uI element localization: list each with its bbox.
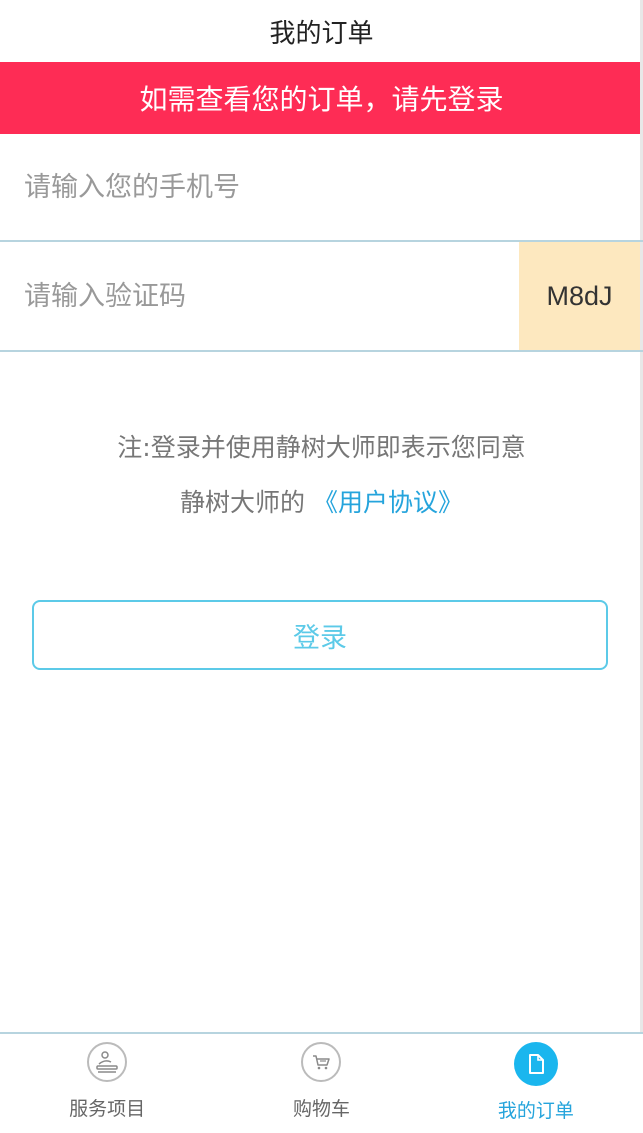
- cart-icon: [301, 1042, 342, 1082]
- tab-cart-label: 购物车: [292, 1098, 350, 1120]
- tab-cart[interactable]: 购物车: [214, 1034, 428, 1133]
- login-prompt-banner: 如需查看您的订单，请先登录: [0, 62, 643, 134]
- agreement-note: 注:登录并使用静树大师即表示您同意 静树大师的 《用户协议》: [0, 420, 643, 530]
- login-button[interactable]: 登录: [32, 600, 608, 670]
- code-field-row: M8dJ: [0, 242, 643, 352]
- tab-my-orders[interactable]: 我的订单: [429, 1034, 643, 1133]
- tab-my-orders-label: 我的订单: [497, 1100, 574, 1122]
- agreement-note-line1: 注:登录并使用静树大师即表示您同意: [117, 433, 526, 462]
- agreement-note-prefix: 静树大师的: [180, 488, 306, 517]
- massage-service-icon: [87, 1042, 128, 1082]
- captcha-image[interactable]: M8dJ: [519, 242, 640, 350]
- document-icon: [513, 1042, 558, 1086]
- agreement-note-line2: 静树大师的 《用户协议》: [0, 475, 643, 530]
- tab-service-items[interactable]: 服务项目: [0, 1034, 214, 1133]
- user-agreement-link[interactable]: 《用户协议》: [313, 488, 463, 517]
- verification-code-input[interactable]: [0, 242, 519, 350]
- bottom-tab-bar: 服务项目 购物车 我的订单: [0, 1032, 643, 1133]
- phone-field-row: [0, 134, 643, 242]
- page: 我的订单 如需查看您的订单，请先登录 M8dJ 注:登录并使用静树大师即表示您同…: [0, 0, 643, 1133]
- page-title: 我的订单: [269, 18, 374, 49]
- tab-service-items-label: 服务项目: [69, 1098, 146, 1120]
- phone-input[interactable]: [0, 134, 643, 240]
